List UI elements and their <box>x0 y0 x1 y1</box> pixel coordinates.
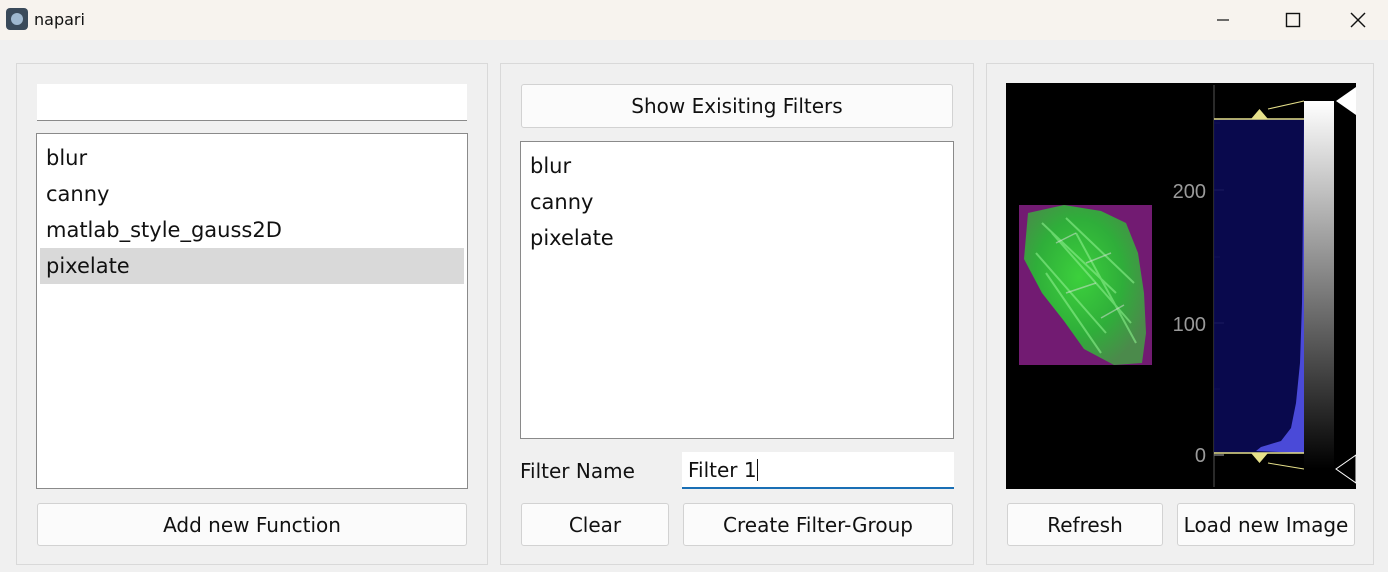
clear-button[interactable]: Clear <box>521 503 669 546</box>
viewer-canvas: 200 100 0 <box>1019 85 1356 487</box>
histogram-tick-label: 0 <box>1195 445 1206 467</box>
colormap-max-handle[interactable] <box>1336 87 1356 115</box>
colormap-bar <box>1304 101 1334 469</box>
window-title: napari <box>34 10 85 29</box>
maximize-button[interactable] <box>1258 0 1328 40</box>
list-item[interactable]: blur <box>524 148 950 184</box>
list-item[interactable]: pixelate <box>524 220 950 256</box>
image-thumbnail <box>1019 205 1152 365</box>
upper-limit-handle[interactable] <box>1251 109 1268 119</box>
title-bar: napari <box>0 0 1388 40</box>
filter-name-input[interactable]: Filter 1 <box>682 452 954 489</box>
lower-limit-handle[interactable] <box>1251 453 1268 463</box>
list-item[interactable]: blur <box>40 140 464 176</box>
list-item[interactable]: canny <box>524 184 950 220</box>
list-item[interactable]: matlab_style_gauss2D <box>40 212 464 248</box>
minimize-button[interactable] <box>1188 0 1258 40</box>
function-search-input[interactable] <box>37 84 467 121</box>
maximize-icon <box>1285 12 1301 28</box>
close-icon <box>1350 12 1366 28</box>
add-function-button[interactable]: Add new Function <box>37 503 467 546</box>
list-item[interactable]: canny <box>40 176 464 212</box>
histogram-tick-label: 100 <box>1173 314 1206 336</box>
text-cursor <box>756 459 758 481</box>
function-list[interactable]: blur canny matlab_style_gauss2D pixelate <box>36 133 468 489</box>
close-button[interactable] <box>1328 0 1388 40</box>
histogram-tick-label: 200 <box>1173 181 1206 203</box>
histogram <box>1214 118 1304 454</box>
list-item[interactable]: pixelate <box>40 248 464 284</box>
napari-app-icon <box>6 8 28 30</box>
filter-list[interactable]: blur canny pixelate <box>520 141 954 439</box>
create-filter-group-button[interactable]: Create Filter-Group <box>683 503 953 546</box>
load-image-button[interactable]: Load new Image <box>1177 503 1355 546</box>
colormap-min-handle[interactable] <box>1335 454 1356 484</box>
filter-name-value: Filter 1 <box>688 458 757 482</box>
image-viewer[interactable]: 200 100 0 <box>1006 83 1356 489</box>
filter-name-label: Filter Name <box>520 459 635 483</box>
minimize-icon <box>1217 19 1229 21</box>
refresh-button[interactable]: Refresh <box>1007 503 1163 546</box>
show-filters-button[interactable]: Show Exisiting Filters <box>521 84 953 128</box>
